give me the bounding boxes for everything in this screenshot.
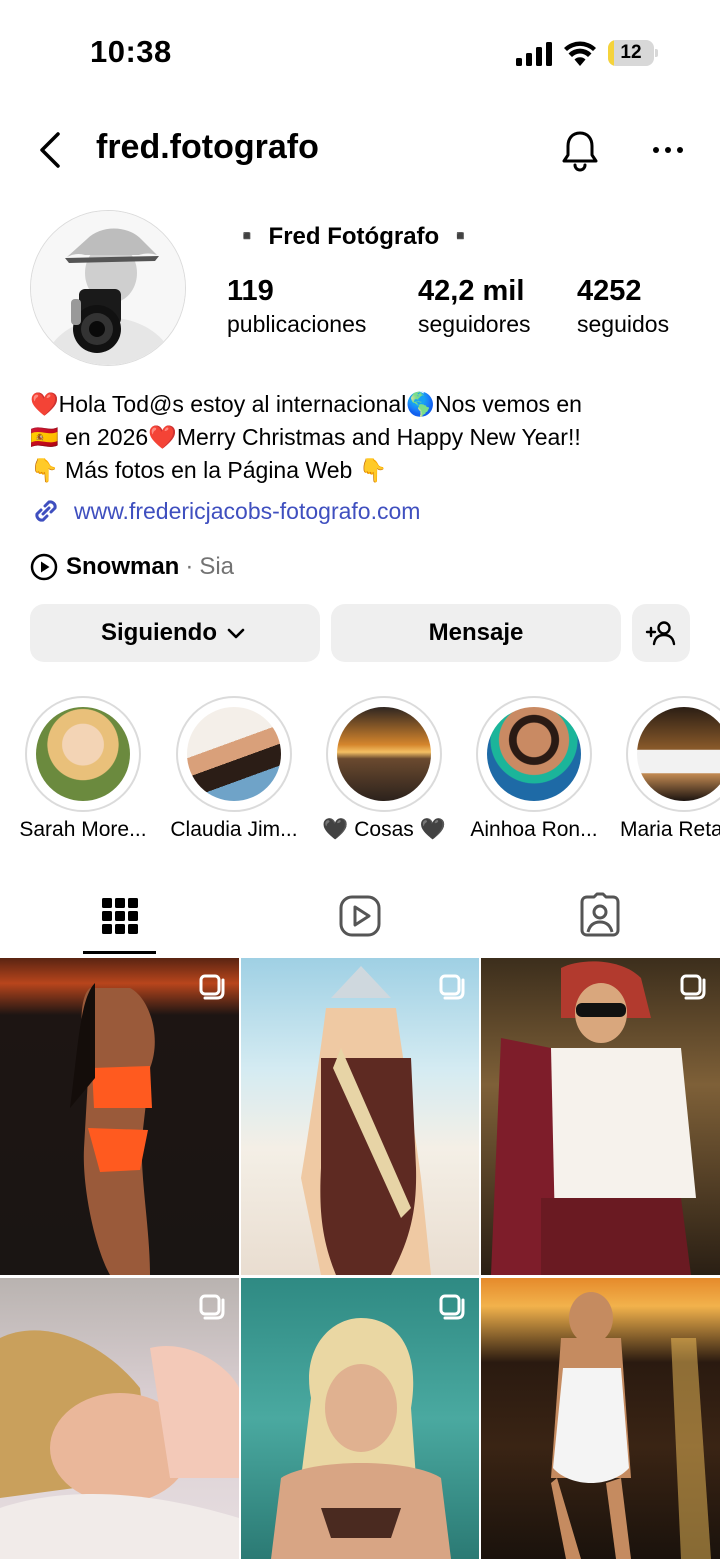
reels-icon[interactable] — [336, 892, 384, 940]
battery-level: 12 — [620, 42, 642, 63]
status-time: 10:38 — [90, 34, 172, 69]
stat-label: seguidores — [418, 311, 531, 337]
highlight-label: Maria Reta — [620, 818, 720, 841]
highlight-label: Sarah More... — [19, 818, 147, 841]
following-label: Siguiendo — [101, 619, 217, 646]
bio-text: en 2026 — [58, 424, 149, 450]
add-user-button[interactable] — [632, 604, 690, 662]
stat-label: publicaciones — [227, 311, 367, 337]
multiple-posts-icon — [439, 1294, 465, 1320]
bio-text: Más fotos en la Página Web — [58, 457, 359, 483]
post-thumbnail[interactable] — [481, 958, 720, 1275]
chevron-down-icon — [227, 628, 245, 639]
heart-icon: ❤️ — [30, 391, 59, 417]
bio-line: 👇 Más fotos en la Página Web 👇 — [30, 454, 700, 487]
stat-following[interactable]: 4252 seguidos — [577, 274, 669, 340]
music-title: Snowman — [66, 553, 180, 580]
tagged-icon[interactable] — [576, 892, 624, 940]
post-thumbnail[interactable] — [0, 1278, 239, 1559]
highlight-label: Claudia Jim... — [170, 818, 298, 841]
highlight-item[interactable] — [326, 696, 442, 812]
globe-icon: 🌎 — [406, 391, 435, 417]
cellular-signal-icon — [516, 42, 552, 66]
stat-value: 4252 — [577, 275, 642, 307]
bell-icon[interactable] — [558, 128, 602, 172]
bio: ❤️Hola Tod@s estoy al internacional🌎Nos … — [30, 388, 700, 487]
message-label: Mensaje — [428, 619, 524, 646]
multiple-posts-icon — [439, 974, 465, 1000]
link-icon — [35, 500, 57, 522]
bio-line: ❤️Hola Tod@s estoy al internacional🌎Nos … — [30, 388, 700, 421]
status-bar: 10:38 12 — [0, 0, 720, 100]
post-thumbnail[interactable] — [241, 958, 479, 1275]
website-link[interactable]: www.fredericjacobs-fotografo.com — [30, 494, 420, 528]
chevron-left-icon[interactable] — [34, 130, 66, 170]
avatar[interactable] — [30, 210, 186, 366]
highlight-label: Ainhoa Ron... — [470, 818, 598, 841]
post-thumbnail[interactable] — [0, 958, 239, 1275]
stat-followers[interactable]: 42,2 mil seguidores — [418, 274, 531, 340]
stat-value: 119 — [227, 275, 274, 307]
bio-line: 🇪🇸 en 2026❤️Merry Christmas and Happy Ne… — [30, 421, 700, 454]
heart-icon: ❤️ — [148, 424, 177, 450]
stat-label: seguidos — [577, 311, 670, 337]
highlight-item[interactable] — [176, 696, 292, 812]
stat-value: 42,2 mil — [418, 275, 525, 307]
multiple-posts-icon — [199, 974, 225, 1000]
active-tab-indicator — [83, 951, 156, 954]
music-separator: · — [185, 553, 194, 580]
highlight-item[interactable] — [476, 696, 592, 812]
play-circle-icon — [30, 553, 58, 581]
multiple-posts-icon — [199, 1294, 225, 1320]
grid-icon[interactable] — [96, 892, 144, 940]
post-thumbnail[interactable] — [241, 1278, 479, 1559]
bio-text: Merry Christmas and Happy New Year!! — [176, 424, 581, 450]
profile-music[interactable]: Snowman · Sia — [30, 550, 234, 584]
point-down-icon: 👇 — [30, 457, 59, 483]
message-button[interactable]: Mensaje — [331, 604, 621, 662]
display-name: ▪️ Fred Fotógrafo ▪️ — [232, 223, 476, 250]
stat-posts[interactable]: 119 publicaciones — [227, 274, 366, 340]
website-url: www.fredericjacobs-fotografo.com — [74, 497, 421, 524]
highlight-label: 🖤 Cosas 🖤 — [322, 818, 446, 841]
profile-username: fred.fotografo — [96, 128, 319, 166]
battery-icon: 12 — [608, 40, 658, 66]
profile-header: fred.fotografo — [0, 118, 720, 182]
point-down-icon: 👇 — [358, 457, 388, 483]
add-user-icon — [645, 621, 676, 646]
following-button[interactable]: Siguiendo — [30, 604, 320, 662]
spain-flag-icon: 🇪🇸 — [30, 424, 59, 450]
post-thumbnail[interactable] — [481, 1278, 720, 1559]
bio-text: Hola Tod@s estoy al internacional — [58, 391, 407, 417]
music-artist: Sia — [199, 553, 235, 580]
highlight-item[interactable] — [25, 696, 141, 812]
wifi-icon — [564, 41, 596, 66]
more-horizontal-icon[interactable] — [648, 134, 688, 166]
bio-text: Nos vemos en — [434, 391, 582, 417]
highlight-item[interactable] — [626, 696, 720, 812]
multiple-posts-icon — [680, 974, 706, 1000]
